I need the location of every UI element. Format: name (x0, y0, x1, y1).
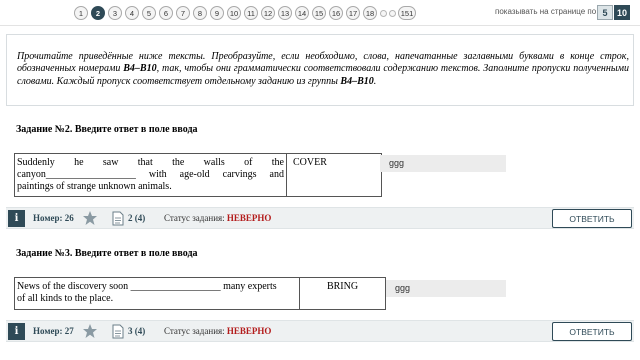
document-icon[interactable] (112, 211, 124, 226)
status-value: НЕВЕРНО (226, 213, 272, 223)
info-icon[interactable]: i (8, 210, 25, 227)
page-9-button[interactable]: 9 (210, 6, 224, 20)
task-sentence: Suddenly he saw that the walls of the can… (14, 153, 287, 197)
task-sentence-table: News of the discovery soon _____________… (14, 277, 386, 310)
document-icon[interactable] (112, 324, 124, 339)
task-keyword: BRING (299, 277, 386, 310)
answer-input[interactable]: ggg (380, 155, 506, 172)
task-sentence: News of the discovery soon _____________… (14, 277, 300, 310)
page-ellipsis-dot (380, 9, 387, 17)
page-16-button[interactable]: 16 (329, 6, 343, 20)
page-8-button[interactable]: 8 (193, 6, 207, 20)
page-7-button[interactable]: 7 (176, 6, 190, 20)
task-status: Статус задания: НЕВЕРНО (164, 326, 272, 336)
task-status: Статус задания: НЕВЕРНО (164, 213, 272, 223)
star-icon[interactable] (82, 210, 98, 226)
pagination-bar: 1 2 3 4 5 6 7 8 9 10 11 12 13 14 15 16 1… (0, 0, 640, 26)
answer-input[interactable]: ggg (386, 280, 506, 297)
page-13-button[interactable]: 13 (278, 6, 292, 20)
page-17-button[interactable]: 17 (346, 6, 360, 20)
task-title: Задание №2. Введите ответ в поле ввода (16, 124, 198, 135)
page-4-button[interactable]: 4 (125, 6, 139, 20)
task-status-bar: i Номер: 26 2 (4) Статус задания: НЕВЕРН… (6, 207, 634, 229)
page-5-button[interactable]: 5 (142, 6, 156, 20)
page-11-button[interactable]: 11 (244, 6, 258, 20)
page-ellipsis-dot (389, 9, 396, 17)
instruction-panel: Прочитайте приведённые ниже тексты. Прео… (6, 34, 634, 106)
per-page-10-button[interactable]: 10 (614, 5, 630, 20)
task-number: Номер: 26 (33, 213, 74, 223)
page-10-button[interactable]: 10 (227, 6, 241, 20)
page-6-button[interactable]: 6 (159, 6, 173, 20)
task-number: Номер: 27 (33, 326, 74, 336)
status-value: НЕВЕРНО (226, 326, 272, 336)
page-3-button[interactable]: 3 (108, 6, 122, 20)
page-2-button-current[interactable]: 2 (91, 6, 105, 20)
page-12-button[interactable]: 12 (261, 6, 275, 20)
solution-count[interactable]: 3 (4) (128, 326, 145, 336)
star-icon[interactable] (82, 323, 98, 339)
task-keyword: COVER (286, 153, 382, 197)
page-1-button[interactable]: 1 (74, 6, 88, 20)
per-page-5-button[interactable]: 5 (597, 5, 613, 20)
task-status-bar: i Номер: 27 3 (4) Статус задания: НЕВЕРН… (6, 320, 634, 342)
answer-button[interactable]: ОТВЕТИТЬ (552, 209, 632, 228)
task-sentence-table: Suddenly he saw that the walls of the can… (14, 153, 382, 197)
page-list: 1 2 3 4 5 6 7 8 9 10 11 12 13 14 15 16 1… (74, 5, 419, 21)
solution-count[interactable]: 2 (4) (128, 213, 145, 223)
task-title: Задание №3. Введите ответ в поле ввода (16, 248, 198, 259)
page-last-button[interactable]: 151 (398, 6, 416, 20)
instruction-text: Прочитайте приведённые ниже тексты. Прео… (17, 51, 629, 87)
page-14-button[interactable]: 14 (295, 6, 309, 20)
answer-button[interactable]: ОТВЕТИТЬ (552, 322, 632, 341)
page-15-button[interactable]: 15 (312, 6, 326, 20)
info-icon[interactable]: i (8, 323, 25, 340)
page-18-button[interactable]: 18 (363, 6, 377, 20)
per-page-label: показывать на странице по: (495, 7, 599, 16)
